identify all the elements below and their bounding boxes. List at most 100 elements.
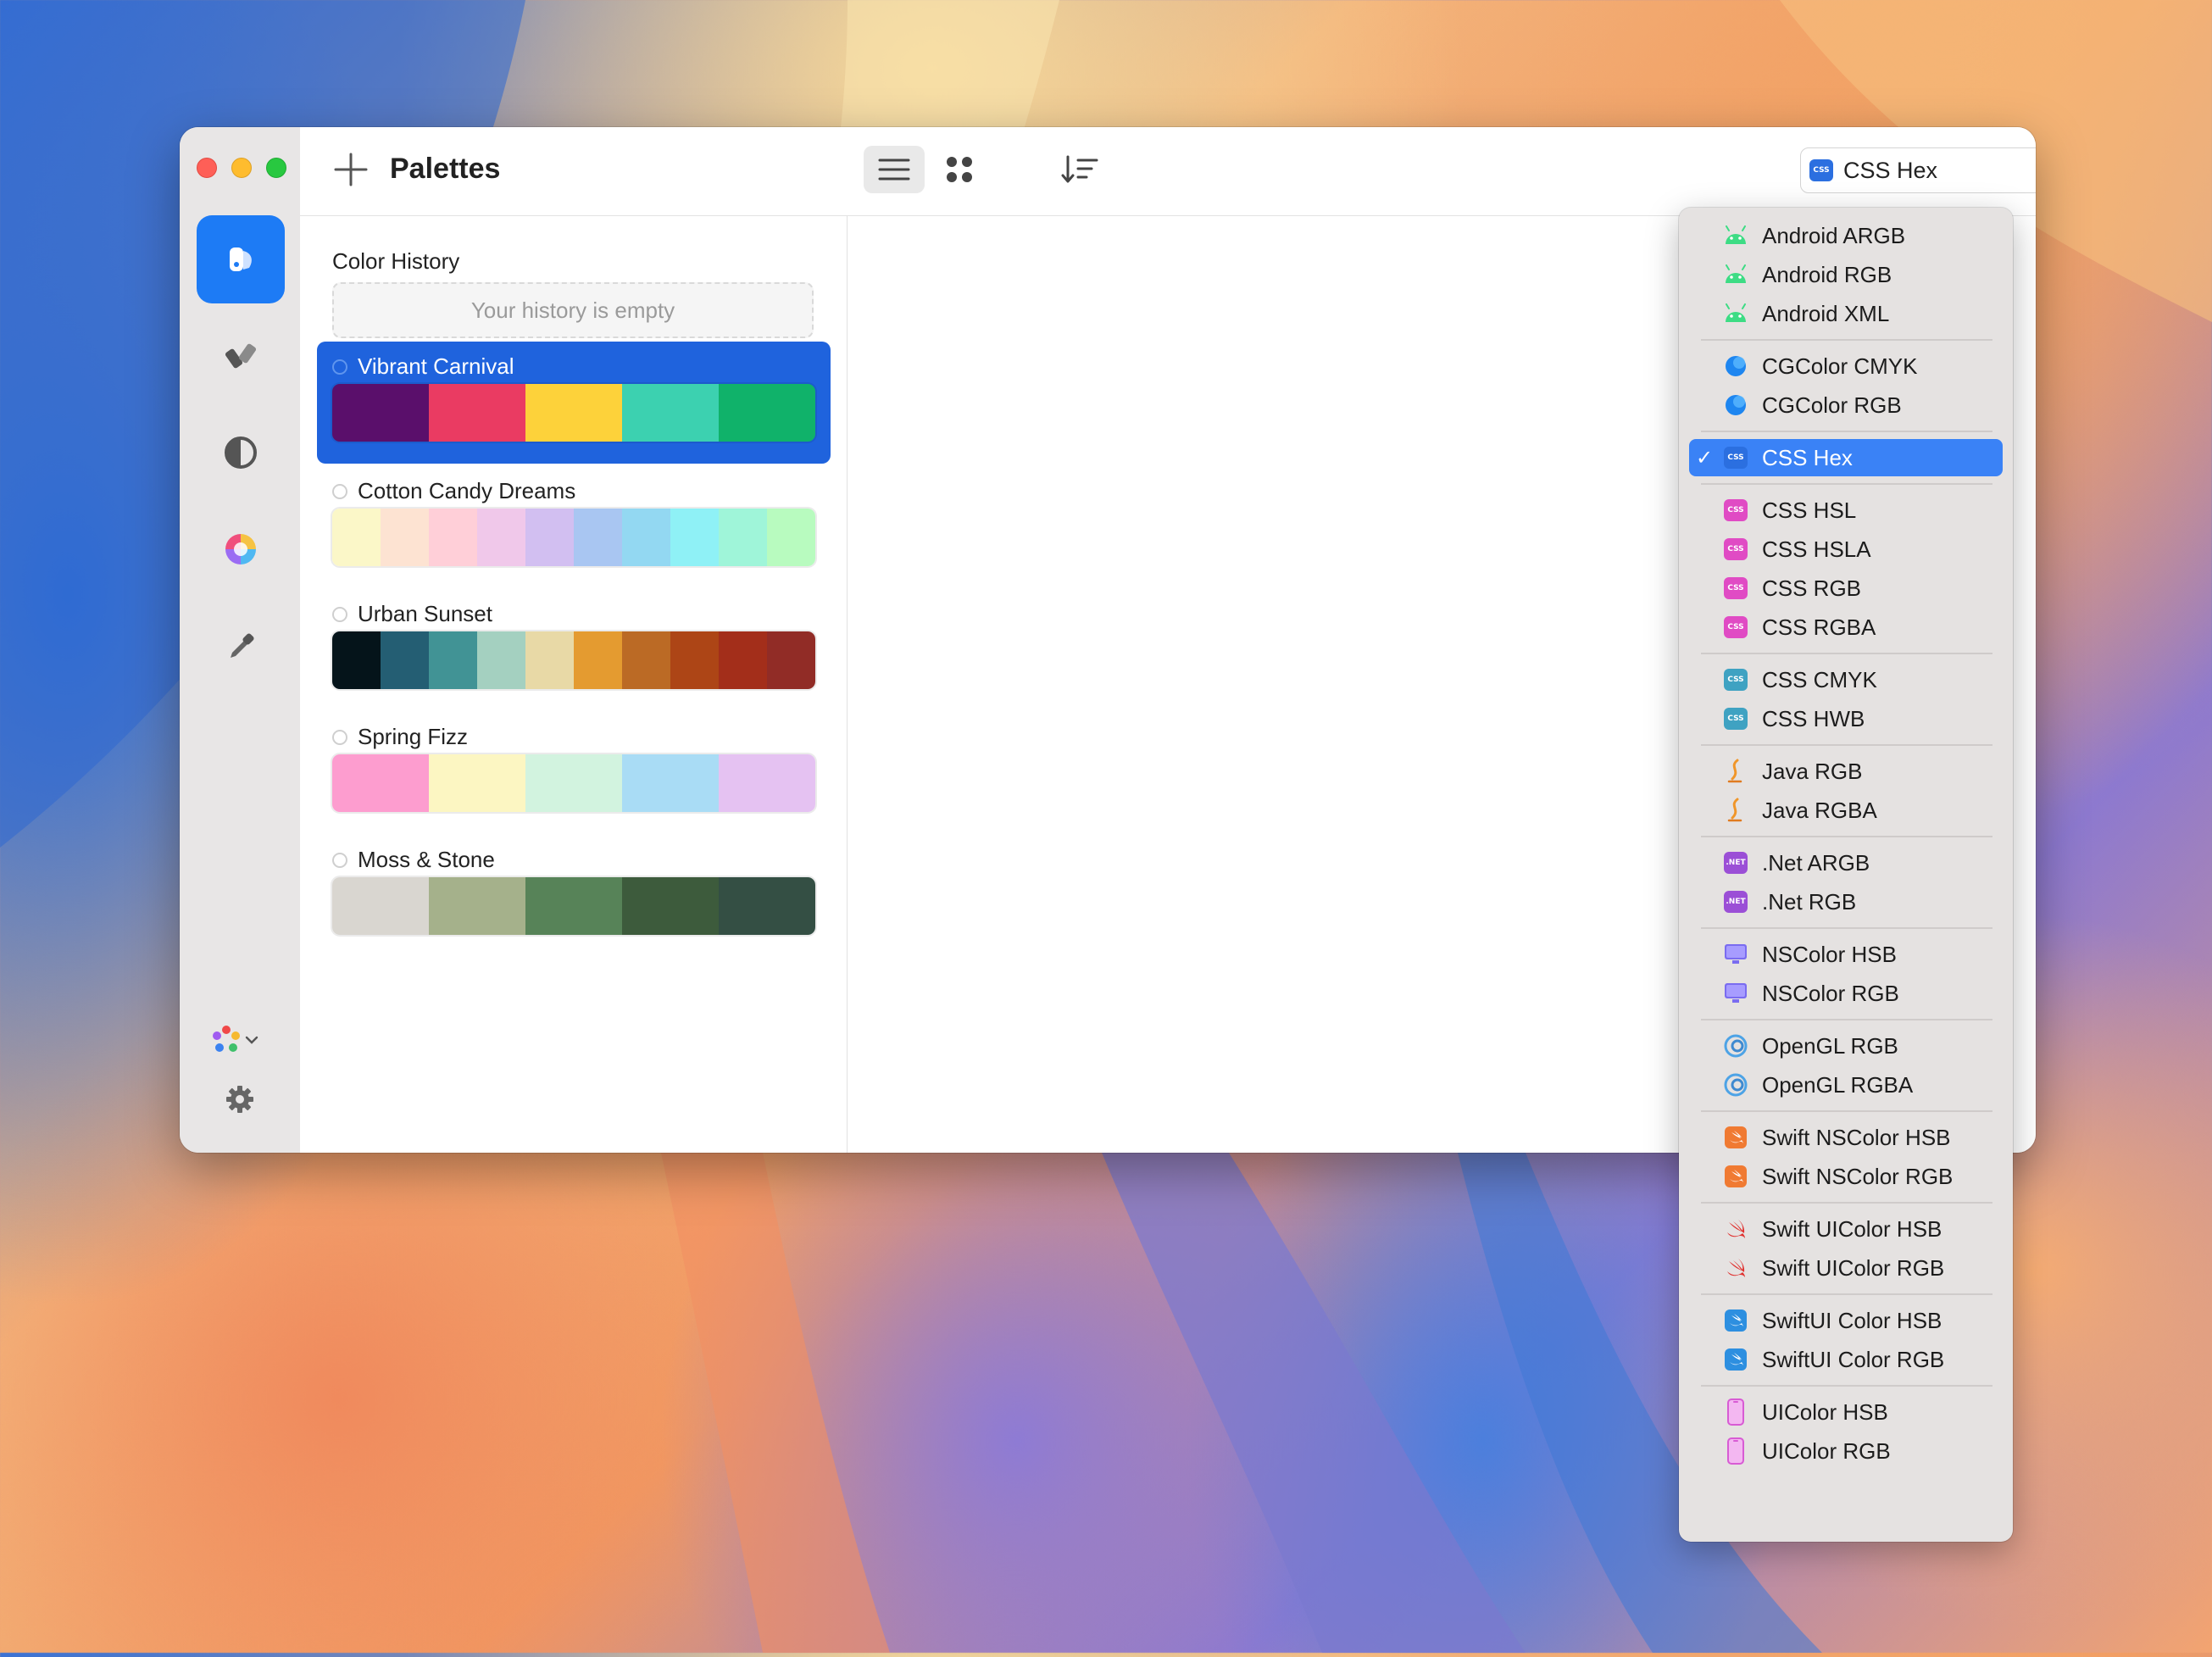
- palette-name-row: Cotton Candy Dreams: [332, 478, 575, 504]
- menu-item-swiftui-color-rgb[interactable]: SwiftUI Color RGB: [1689, 1341, 2003, 1378]
- menu-item-java-rgb[interactable]: Java RGB: [1689, 753, 2003, 790]
- color-swatch[interactable]: [332, 384, 429, 442]
- minimize-window-button[interactable]: [231, 158, 252, 178]
- color-swatch[interactable]: [622, 509, 670, 566]
- color-swatch[interactable]: [332, 509, 381, 566]
- menu-item-nscolor-rgb[interactable]: NSColor RGB: [1689, 975, 2003, 1012]
- palette-card[interactable]: Urban Sunset: [317, 589, 831, 711]
- palette-swatches[interactable]: [332, 631, 815, 689]
- color-swatch[interactable]: [719, 754, 815, 812]
- menu-separator: [1701, 339, 1992, 341]
- menu-item-cgcolor-cmyk[interactable]: CGColor CMYK: [1689, 348, 2003, 385]
- menu-item-opengl-rgba[interactable]: OpenGL RGBA: [1689, 1066, 2003, 1104]
- color-swatch[interactable]: [719, 631, 767, 689]
- menu-item-swift-nscolor-hsb[interactable]: Swift NSColor HSB: [1689, 1119, 2003, 1156]
- menu-item-swiftui-color-hsb[interactable]: SwiftUI Color HSB: [1689, 1302, 2003, 1339]
- color-swatch[interactable]: [622, 877, 719, 935]
- color-swatch[interactable]: [574, 509, 622, 566]
- color-swatch[interactable]: [670, 631, 719, 689]
- sort-button[interactable]: [1054, 146, 1105, 193]
- sidebar-item-contrast[interactable]: [197, 409, 285, 497]
- palette-radio[interactable]: [332, 852, 347, 868]
- menu-item-css-hsla[interactable]: CSS CSS HSLA: [1689, 531, 2003, 568]
- menu-item-css-cmyk[interactable]: CSS CSS CMYK: [1689, 661, 2003, 698]
- color-swatch[interactable]: [525, 631, 574, 689]
- menu-item-net-rgb[interactable]: .NET .Net RGB: [1689, 883, 2003, 920]
- menu-item-css-rgb[interactable]: CSS CSS RGB: [1689, 570, 2003, 607]
- menu-item-swift-uicolor-rgb[interactable]: Swift UIColor RGB: [1689, 1249, 2003, 1287]
- settings-button[interactable]: [225, 1085, 254, 1118]
- menu-item-cgcolor-rgb[interactable]: CGColor RGB: [1689, 386, 2003, 424]
- add-palette-button[interactable]: [332, 151, 370, 188]
- color-swatch[interactable]: [622, 631, 670, 689]
- close-window-button[interactable]: [197, 158, 217, 178]
- menu-item-swift-uicolor-hsb[interactable]: Swift UIColor HSB: [1689, 1210, 2003, 1248]
- color-swatch[interactable]: [429, 877, 525, 935]
- color-swatch[interactable]: [525, 509, 574, 566]
- color-swatch[interactable]: [622, 384, 719, 442]
- menu-item-css-hex[interactable]: ✓ CSS CSS Hex: [1689, 439, 2003, 476]
- color-swatch[interactable]: [767, 631, 815, 689]
- menu-item-uicolor-rgb[interactable]: UIColor RGB: [1689, 1432, 2003, 1470]
- menu-item-java-rgba[interactable]: Java RGBA: [1689, 792, 2003, 829]
- color-swatch[interactable]: [332, 754, 429, 812]
- menu-item-android-argb[interactable]: Android ARGB: [1689, 217, 2003, 254]
- color-swatch[interactable]: [332, 877, 429, 935]
- menu-item-opengl-rgb[interactable]: OpenGL RGB: [1689, 1027, 2003, 1065]
- palette-swatches[interactable]: [332, 384, 815, 442]
- list-view-button[interactable]: [864, 146, 925, 193]
- grid-view-button[interactable]: [934, 146, 985, 193]
- color-swatch[interactable]: [381, 631, 429, 689]
- color-swatch[interactable]: [429, 631, 477, 689]
- menu-separator: [1701, 1293, 1992, 1295]
- menu-item-css-hwb[interactable]: CSS CSS HWB: [1689, 700, 2003, 737]
- color-swatch[interactable]: [429, 384, 525, 442]
- palette-swatches[interactable]: [332, 754, 815, 812]
- palette-radio[interactable]: [332, 729, 347, 745]
- palette-swatches[interactable]: [332, 877, 815, 935]
- color-swatch[interactable]: [332, 631, 381, 689]
- menu-item-css-hsl[interactable]: CSS CSS HSL: [1689, 492, 2003, 529]
- color-swatch[interactable]: [719, 509, 767, 566]
- sidebar-item-color-wheel[interactable]: [197, 505, 285, 593]
- color-swatch[interactable]: [477, 631, 525, 689]
- color-swatch[interactable]: [719, 877, 815, 935]
- sidebar-item-palettes[interactable]: [197, 215, 285, 303]
- menu-item-android-rgb[interactable]: Android RGB: [1689, 256, 2003, 293]
- sidebar-item-eyedropper[interactable]: [197, 602, 285, 690]
- color-swatch[interactable]: [477, 509, 525, 566]
- color-swatch[interactable]: [381, 509, 429, 566]
- palette-card[interactable]: Cotton Candy Dreams: [317, 466, 831, 588]
- color-swatch[interactable]: [429, 509, 477, 566]
- color-swatch[interactable]: [525, 384, 622, 442]
- menu-item-swift-nscolor-rgb[interactable]: Swift NSColor RGB: [1689, 1158, 2003, 1195]
- color-swatch[interactable]: [670, 509, 719, 566]
- format-selector[interactable]: CSS CSS Hex: [1800, 147, 2036, 193]
- menu-item-css-rgba[interactable]: CSS CSS RGBA: [1689, 609, 2003, 646]
- palette-card[interactable]: Spring Fizz: [317, 712, 831, 834]
- color-swatch[interactable]: [767, 509, 815, 566]
- color-swatch[interactable]: [429, 754, 525, 812]
- color-swatch[interactable]: [622, 754, 719, 812]
- color-swatch[interactable]: [574, 631, 622, 689]
- swift-red-icon: [1723, 1255, 1748, 1281]
- menu-item-nscolor-hsb[interactable]: NSColor HSB: [1689, 936, 2003, 973]
- sidebar-item-tools[interactable]: [197, 312, 285, 400]
- palette-radio[interactable]: [332, 359, 347, 375]
- menu-item-uicolor-hsb[interactable]: UIColor HSB: [1689, 1393, 2003, 1431]
- color-swatch[interactable]: [525, 754, 622, 812]
- menu-item-net-argb[interactable]: .NET .Net ARGB: [1689, 844, 2003, 881]
- palette-card[interactable]: Moss & Stone: [317, 835, 831, 957]
- css-blue-icon: CSS: [1723, 445, 1748, 470]
- menu-item-android-xml[interactable]: Android XML: [1689, 295, 2003, 332]
- menu-separator: [1701, 653, 1992, 654]
- swift-orange-icon: [1723, 1125, 1748, 1150]
- palette-radio[interactable]: [332, 606, 347, 622]
- zoom-window-button[interactable]: [266, 158, 286, 178]
- palette-card[interactable]: Vibrant Carnival: [317, 342, 831, 464]
- color-swatch[interactable]: [719, 384, 815, 442]
- palette-radio[interactable]: [332, 483, 347, 499]
- palette-swatches[interactable]: [332, 509, 815, 566]
- color-swatch[interactable]: [525, 877, 622, 935]
- color-mode-menu[interactable]: [212, 1026, 259, 1054]
